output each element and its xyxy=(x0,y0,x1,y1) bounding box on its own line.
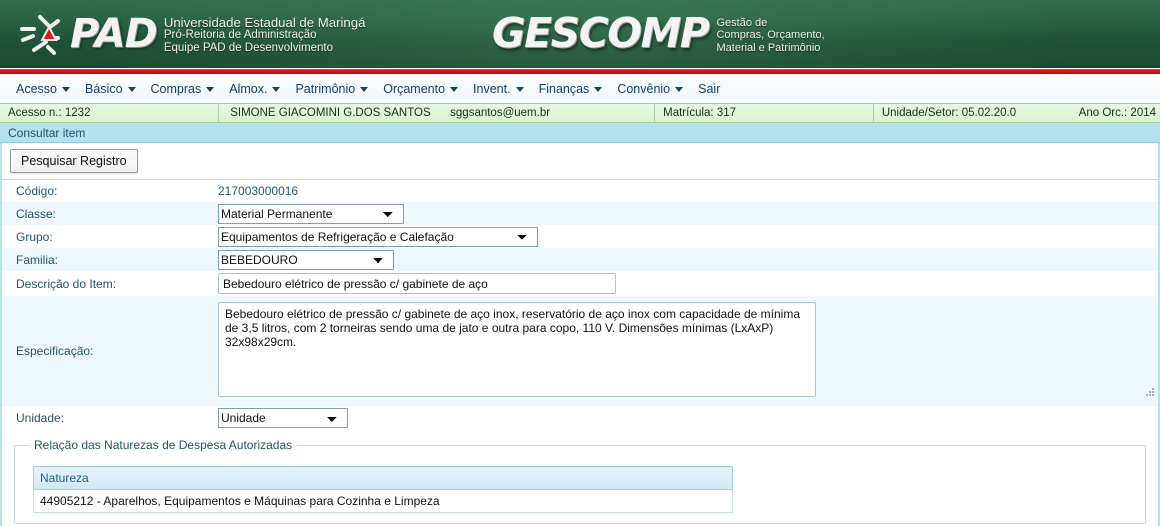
content-panel: Pesquisar Registro Código: 217003000016 … xyxy=(0,143,1160,526)
table-row[interactable]: 44905212 - Aparelhos, Equipamentos e Máq… xyxy=(33,489,733,513)
session-user-name: SIMONE GIACOMINI G.DOS SANTOS xyxy=(230,107,431,119)
chevron-down-icon xyxy=(515,86,524,92)
unidade-label: Unidade: xyxy=(16,411,65,425)
field-row-especificacao: Especificação: Bebedouro elétrico de pre… xyxy=(2,296,1158,406)
pad-tagline-line2: Pró-Reitoria de Administração xyxy=(163,29,317,42)
pad-tagline-line1: Universidade Estadual de Maringá xyxy=(163,14,366,30)
session-matricula: Matrícula: 317 xyxy=(663,107,737,119)
menu-item-invent[interactable]: Invent. xyxy=(467,80,533,98)
codigo-value: 217003000016 xyxy=(218,184,299,198)
especificacao-textarea[interactable]: Bebedouro elétrico de pressão c/ gabinet… xyxy=(218,302,816,397)
chevron-down-icon xyxy=(272,86,281,92)
app-header: PAD Universidade Estadual de Maringá Pró… xyxy=(0,0,1160,68)
familia-select[interactable]: BEBEDOURO xyxy=(218,249,394,270)
header-accent-bar xyxy=(0,68,1160,75)
menu-item-sair[interactable]: Sair xyxy=(692,80,729,98)
menu-item-invent-label: Invent. xyxy=(473,82,511,96)
menu-item-basico[interactable]: Básico xyxy=(79,80,145,98)
pad-logo-icon xyxy=(18,9,76,59)
menu-item-basico-label: Básico xyxy=(85,82,123,96)
menu-item-financas-label: Finanças xyxy=(538,82,590,96)
menu-item-almox-label: Almox. xyxy=(229,82,268,96)
chevron-down-icon xyxy=(206,86,215,92)
field-row-descricao: Descrição do Item: xyxy=(2,271,1158,296)
gescomp-tagline-line1: Gestão de xyxy=(716,17,768,29)
menu-item-sair-label: Sair xyxy=(698,82,721,96)
gescomp-logo-text: GESCOMP xyxy=(492,9,710,57)
session-email: sggsantos@uem.br xyxy=(450,107,551,119)
gescomp-tagline-line2: Compras, Orçamento, xyxy=(716,29,825,42)
table-header-row: Natureza xyxy=(33,466,733,490)
gescomp-tagline: Gestão de Compras, Orçamento, Material e… xyxy=(716,10,824,54)
especificacao-label: Especificação: xyxy=(16,344,94,358)
menu-item-convenio[interactable]: Convênio xyxy=(611,80,692,98)
gescomp-tagline-line3: Material e Patrimônio xyxy=(716,41,821,54)
column-header-natureza: Natureza xyxy=(33,466,733,490)
classe-label: Classe: xyxy=(16,206,57,221)
field-row-codigo: Código: 217003000016 xyxy=(2,180,1158,202)
pad-tagline-line3: Equipe PAD de Desenvolvimento xyxy=(163,41,333,54)
chevron-down-icon xyxy=(127,86,136,92)
pad-logo-text: PAD xyxy=(70,11,158,57)
menu-item-acesso[interactable]: Acesso xyxy=(10,80,79,98)
field-row-unidade: Unidade: Unidade xyxy=(2,406,1158,430)
codigo-label: Código: xyxy=(16,184,58,198)
chevron-down-icon xyxy=(675,86,684,92)
field-row-familia: Familia: BEBEDOURO xyxy=(2,248,1158,271)
menu-item-patrimonio[interactable]: Patrimônio xyxy=(289,80,377,98)
field-row-grupo: Grupo: Equipamentos de Refrigeração e Ca… xyxy=(2,225,1158,248)
naturezas-section: Relação das Naturezas de Despesa Autoriz… xyxy=(2,430,1158,524)
menu-item-compras-label: Compras xyxy=(150,82,202,96)
pad-tagline: Universidade Estadual de Maringá Pró-Rei… xyxy=(164,14,366,55)
descricao-label: Descrição do Item: xyxy=(16,276,117,291)
natureza-cell: 44905212 - Aparelhos, Equipamentos e Máq… xyxy=(33,489,733,513)
session-info-bar: Acesso n.: 1232 SIMONE GIACOMINI G.DOS S… xyxy=(0,103,1160,123)
main-menu-bar: Acesso Básico Compras Almox. Patrimônio … xyxy=(0,75,1160,103)
menu-item-convenio-label: Convênio xyxy=(617,82,671,96)
page-title: Consultar item xyxy=(0,123,1160,143)
grupo-label: Grupo: xyxy=(16,229,53,244)
search-record-button[interactable]: Pesquisar Registro xyxy=(10,149,138,173)
menu-item-almox[interactable]: Almox. xyxy=(223,80,289,98)
session-acesso: Acesso n.: 1232 xyxy=(8,107,91,119)
naturezas-legend: Relação das Naturezas de Despesa Autoriz… xyxy=(34,438,293,452)
descricao-input[interactable] xyxy=(218,273,616,294)
session-unidade-setor: Unidade/Setor: 05.02.20.0 xyxy=(881,107,1017,119)
grupo-select[interactable]: Equipamentos de Refrigeração e Calefação xyxy=(218,226,538,247)
chevron-down-icon xyxy=(450,86,459,92)
classe-select[interactable]: Material Permanente xyxy=(218,203,404,224)
gescomp-brand: GESCOMP Gestão de Compras, Orçamento, Ma… xyxy=(492,10,825,56)
pad-brand: PAD Universidade Estadual de Maringá Pró… xyxy=(18,9,365,59)
resize-grip-icon[interactable] xyxy=(1144,386,1154,396)
chevron-down-icon xyxy=(594,86,603,92)
menu-item-orcamento[interactable]: Orçamento xyxy=(377,80,467,98)
menu-item-patrimonio-label: Patrimônio xyxy=(295,82,356,96)
naturezas-table: Natureza 44905212 - Aparelhos, Equipamen… xyxy=(33,466,733,513)
form-toolbar: Pesquisar Registro xyxy=(2,143,1158,180)
familia-label: Familia: xyxy=(16,252,59,267)
chevron-down-icon xyxy=(62,86,70,92)
naturezas-fieldset: Relação das Naturezas de Despesa Autoriz… xyxy=(14,438,1146,524)
menu-item-financas[interactable]: Finanças xyxy=(533,80,612,98)
chevron-down-icon xyxy=(360,86,369,92)
session-ano-orc: Ano Orc.: 2014 xyxy=(1078,107,1157,119)
menu-item-acesso-label: Acesso xyxy=(16,82,57,96)
field-row-classe: Classe: Material Permanente xyxy=(2,202,1158,225)
menu-item-orcamento-label: Orçamento xyxy=(383,82,446,96)
menu-item-compras[interactable]: Compras xyxy=(145,80,224,98)
unidade-select[interactable]: Unidade xyxy=(218,408,348,428)
